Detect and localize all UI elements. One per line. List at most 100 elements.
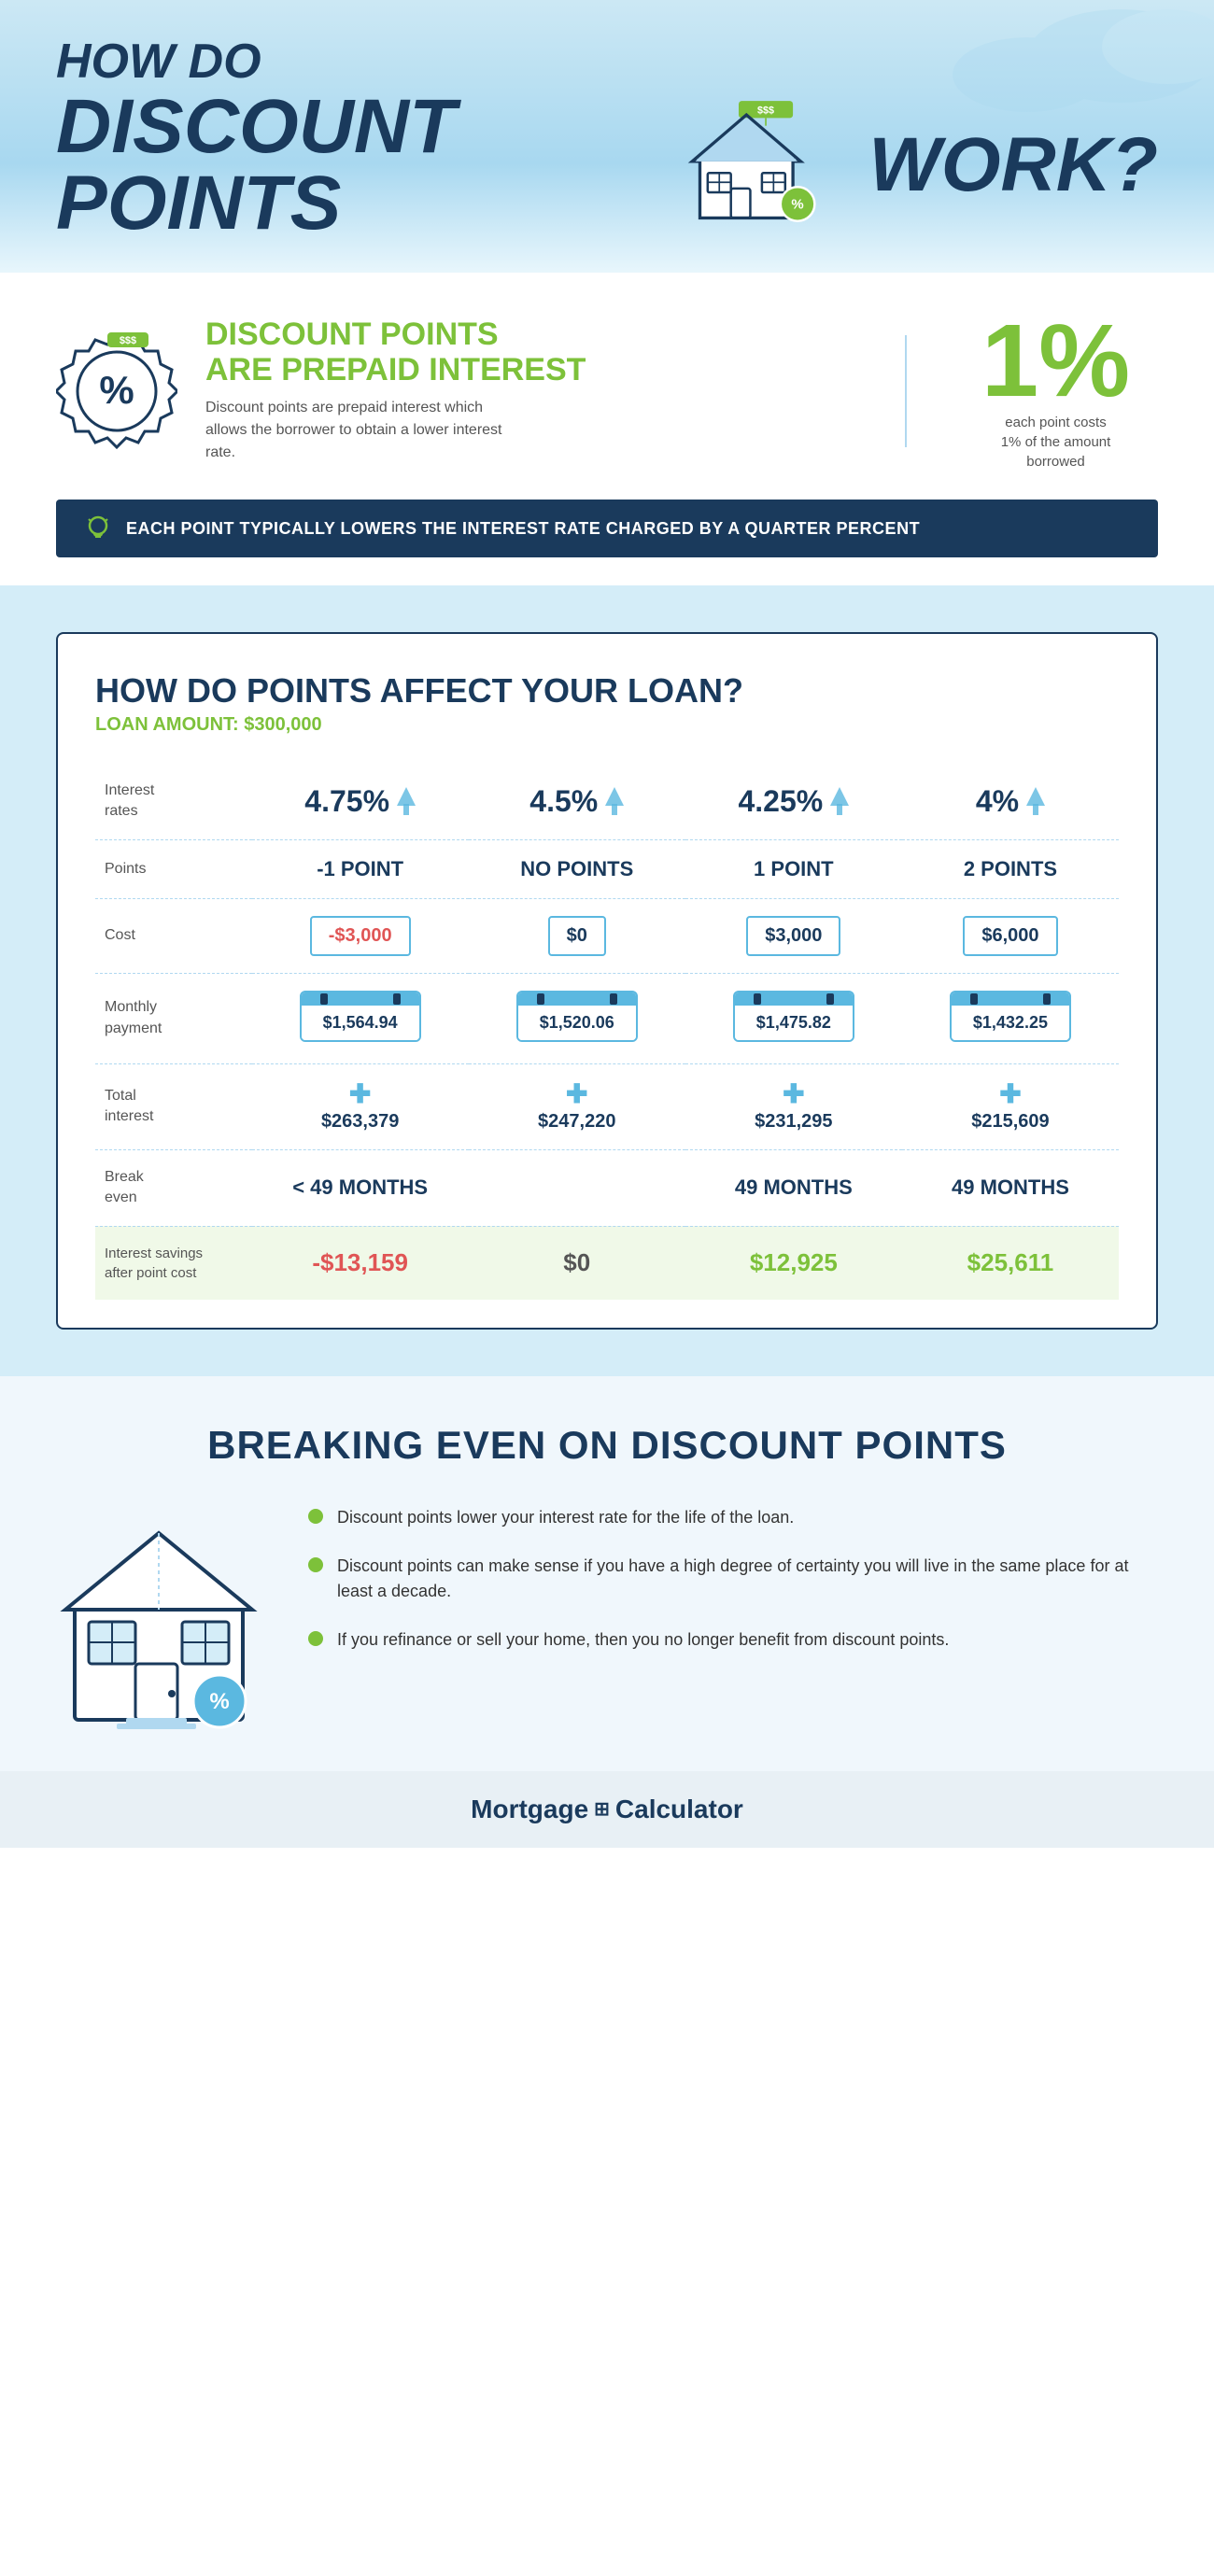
breaking-point-2: Discount points can make sense if you ha… (308, 1554, 1158, 1604)
savings-label: Interest savingsafter point cost (95, 1226, 252, 1300)
savings-row: Interest savingsafter point cost -$13,15… (95, 1226, 1119, 1300)
banner-section: EACH POINT TYPICALLY LOWERS THE INTEREST… (0, 490, 1214, 585)
bullet-1 (308, 1509, 323, 1524)
header-house-icon: $$$ % (661, 86, 832, 245)
total-interest-col-3: ✚ $231,295 (685, 1063, 902, 1149)
table-subtitle: LOAN AMOUNT: $300,000 (95, 714, 1119, 736)
break-even-col-1: < 49 MONTHS (252, 1149, 469, 1226)
arrow-up-icon (605, 787, 624, 815)
cost-row: Cost -$3,000 $0 $3,000 $6,000 (95, 898, 1119, 973)
break-even-value-1: < 49 MONTHS (261, 1175, 459, 1200)
interest-value-4: $215,609 (971, 1111, 1049, 1133)
total-interest-col-1: ✚ $263,379 (252, 1063, 469, 1149)
break-even-label: Breakeven (95, 1149, 252, 1226)
footer-logo-calculator: Calculator (615, 1795, 743, 1824)
header-section: HOW DO DISCOUNT POINTS $$$ (0, 0, 1214, 273)
cost-value-3: $3,000 (746, 916, 840, 956)
cross-icon-3: ✚ (783, 1081, 804, 1107)
table-title: HOW DO POINTS AFFECT YOUR LOAN? (95, 671, 1119, 711)
header-line1: HOW DO (56, 37, 1158, 86)
points-row: Points -1 POINT NO POINTS 1 POINT 2 POIN… (95, 839, 1119, 898)
lightbulb-icon (84, 514, 112, 542)
banner-bar: EACH POINT TYPICALLY LOWERS THE INTEREST… (56, 500, 1158, 557)
cost-label: Cost (95, 898, 252, 973)
rate-col-1: 4.75% (252, 764, 469, 839)
intro-left: DISCOUNT POINTS ARE PREPAID INTEREST Dis… (205, 317, 858, 464)
breaking-even-title: BREAKING EVEN ON DISCOUNT POINTS (56, 1423, 1158, 1468)
breaking-even-content: % Discount points lower your interest ra… (56, 1505, 1158, 1734)
percent-circle-icon: % $$$ (56, 331, 177, 452)
break-even-value-4: 49 MONTHS (911, 1175, 1109, 1200)
cost-col-1: -$3,000 (252, 898, 469, 973)
breaking-house-wrap: % (56, 1505, 261, 1734)
loan-table: Interestrates 4.75% 4.5% 4.25% (95, 764, 1119, 1300)
cross-icon-1: ✚ (349, 1081, 371, 1107)
monthly-col-3: $1,475.82 (685, 973, 902, 1063)
cross-icon-4: ✚ (999, 1081, 1021, 1107)
savings-col-3: $12,925 (685, 1226, 902, 1300)
cost-col-4: $6,000 (902, 898, 1119, 973)
cost-value-1: -$3,000 (310, 916, 411, 956)
interest-rates-label: Interestrates (95, 764, 252, 839)
arrow-up-icon (1026, 787, 1045, 815)
breaking-text-1: Discount points lower your interest rate… (337, 1505, 794, 1530)
footer-logo-mortgage: Mortgage (471, 1795, 588, 1824)
breaking-text-3: If you refinance or sell your home, then… (337, 1627, 949, 1653)
cost-col-3: $3,000 (685, 898, 902, 973)
header-line3: WORK? (868, 127, 1158, 204)
interest-value-1: $263,379 (321, 1111, 399, 1133)
break-even-col-3: 49 MONTHS (685, 1149, 902, 1226)
breaking-even-section: BREAKING EVEN ON DISCOUNT POINTS (0, 1376, 1214, 1771)
monthly-label: Monthlypayment (95, 973, 252, 1063)
monthly-value-3: $1,475.82 (735, 1006, 853, 1040)
total-interest-col-2: ✚ $247,220 (469, 1063, 685, 1149)
break-even-col-2 (469, 1149, 685, 1226)
monthly-col-1: $1,564.94 (252, 973, 469, 1063)
savings-value-1: -$13,159 (261, 1248, 459, 1277)
banner-text: EACH POINT TYPICALLY LOWERS THE INTEREST… (126, 519, 920, 539)
monthly-col-4: $1,432.25 (902, 973, 1119, 1063)
break-even-col-4: 49 MONTHS (902, 1149, 1119, 1226)
footer-logo: Mortgage ⊞ Calculator (471, 1795, 743, 1824)
svg-text:$$$: $$$ (120, 335, 136, 346)
points-label: Points (95, 839, 252, 898)
middle-section: HOW DO POINTS AFFECT YOUR LOAN? LOAN AMO… (0, 585, 1214, 1376)
points-col-1: -1 POINT (252, 839, 469, 898)
svg-text:%: % (791, 196, 803, 212)
breaking-points-list: Discount points lower your interest rate… (308, 1505, 1158, 1676)
intro-divider (905, 335, 907, 447)
monthly-value-4: $1,432.25 (952, 1006, 1069, 1040)
points-col-3: 1 POINT (685, 839, 902, 898)
intro-section: % $$$ DISCOUNT POINTS ARE PREPAID INTERE… (0, 273, 1214, 490)
breaking-text-2: Discount points can make sense if you ha… (337, 1554, 1158, 1604)
savings-value-2: $0 (478, 1248, 676, 1277)
rate-col-2: 4.5% (469, 764, 685, 839)
calendar-box-4: $1,432.25 (950, 991, 1071, 1042)
intro-description: Discount points are prepaid interest whi… (205, 397, 504, 464)
intro-title: DISCOUNT POINTS ARE PREPAID INTEREST (205, 317, 858, 387)
interest-rates-row: Interestrates 4.75% 4.5% 4.25% (95, 764, 1119, 839)
interest-value-2: $247,220 (538, 1111, 615, 1133)
cost-value-2: $0 (548, 916, 606, 956)
svg-text:%: % (99, 368, 134, 412)
rate-col-3: 4.25% (685, 764, 902, 839)
break-even-row: Breakeven < 49 MONTHS 49 MONTHS 49 MONTH… (95, 1149, 1119, 1226)
intro-percent-sub: each point costs1% of the amountborrowed (981, 413, 1130, 472)
total-interest-row: Totalinterest ✚ $263,379 ✚ $247,220 ✚ (95, 1063, 1119, 1149)
points-col-2: NO POINTS (469, 839, 685, 898)
savings-col-4: $25,611 (902, 1226, 1119, 1300)
footer-section: Mortgage ⊞ Calculator (0, 1771, 1214, 1848)
cost-col-2: $0 (469, 898, 685, 973)
monthly-col-2: $1,520.06 (469, 973, 685, 1063)
rate-col-4: 4% (902, 764, 1119, 839)
svg-text:%: % (209, 1689, 229, 1714)
monthly-value-1: $1,564.94 (302, 1006, 419, 1040)
cross-icon-2: ✚ (566, 1081, 587, 1107)
savings-col-1: -$13,159 (252, 1226, 469, 1300)
arrow-up-icon (397, 787, 416, 815)
breaking-house-icon: % (56, 1505, 261, 1729)
total-interest-label: Totalinterest (95, 1063, 252, 1149)
savings-value-3: $12,925 (695, 1248, 893, 1277)
calendar-box-3: $1,475.82 (733, 991, 854, 1042)
cost-value-4: $6,000 (963, 916, 1057, 956)
